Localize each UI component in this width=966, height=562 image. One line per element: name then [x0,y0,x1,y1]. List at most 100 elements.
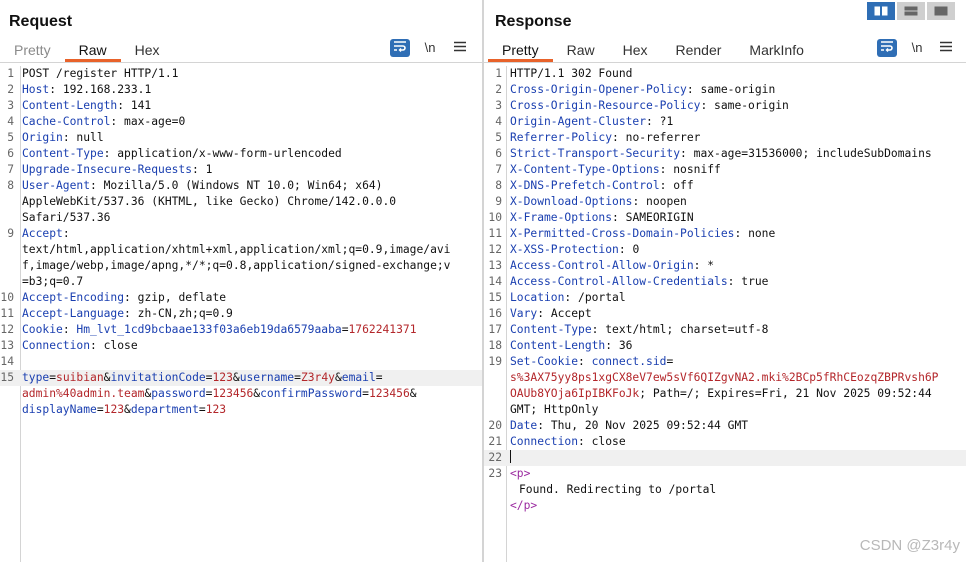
header-separator: : [646,115,660,128]
header-name: Content-Type [510,323,592,336]
tab-render[interactable]: Render [662,38,736,62]
line-content: admin%40admin.team&password=123456&confi… [17,386,482,402]
code-line: 10 Accept-Encoding: gzip, deflate [0,290,482,306]
hamburger-menu-icon[interactable] [450,39,470,57]
line-content: Cross-Origin-Resource-Policy: same-origi… [505,98,966,114]
request-editor[interactable]: 1 POST /register HTTP/1.1 2 Host: 192.168.2… [0,66,482,562]
response-title: Response [495,13,572,30]
response-pane: Response Pretty Raw Hex Render MarkInfo \n 1… [484,0,966,562]
line-content: f,image/webp,image/apng,*/*;q=0.8,applic… [17,258,482,274]
header-value: Accept [550,307,592,320]
param-ampersand: & [409,387,417,400]
line-number: 3 [7,99,14,112]
tab-pretty[interactable]: Pretty [0,38,65,62]
header-value: GMT; HttpOnly [510,403,599,416]
code-line: 12 Cookie: Hm_lvt_1cd9bcbaae133f03a6eb19d… [0,322,482,338]
cookie-equals: = [666,355,674,368]
header-value: close [103,339,138,352]
header-separator: : [591,323,606,336]
tab-raw[interactable]: Raw [64,38,121,62]
tab-hex[interactable]: Hex [609,38,662,62]
line-number [0,386,17,402]
code-line: 22 [484,450,966,466]
response-lines: 1 HTTP/1.1 302 Found 2 Cross-Origin-Opener-… [484,66,966,514]
param-equals: = [294,371,301,384]
line-number: 14 [488,275,502,288]
line-content: text/html,application/xhtml+xml,applicat… [17,242,482,258]
param-value: 123 [205,403,227,416]
code-line: 19 Set-Cookie: connect.sid= [484,354,966,370]
line-content: Date: Thu, 20 Nov 2025 09:52:44 GMT [505,418,966,434]
param-ampersand: & [334,371,342,384]
line-text: HTTP/1.1 302 Found [510,67,633,80]
header-value: =b3;q=0.7 [22,275,84,288]
code-line: 3 Content-Length: 141 [0,98,482,114]
tab-hex[interactable]: Hex [121,38,174,62]
header-name: Strict-Transport-Security [510,147,681,160]
header-name: Date [510,419,538,432]
param-name: type [22,371,50,384]
header-value: off [673,179,694,192]
param-equals: = [198,403,206,416]
word-wrap-icon[interactable] [390,39,410,57]
code-line: OAUb8YOja6IpIBKFoJk; Path=/; Expires=Fri… [484,386,966,402]
code-line: 16 Vary: Accept [484,306,966,322]
header-separator: : [618,243,633,256]
tab-raw[interactable]: Raw [553,38,609,62]
param-name: displayName [22,403,97,416]
header-separator: : [537,419,551,432]
tab-pretty[interactable]: Pretty [488,38,553,62]
layout-side-by-side-icon[interactable] [867,2,895,20]
line-number: 3 [495,99,502,112]
line-number: 8 [495,179,502,192]
code-line: 5 Referrer-Policy: no-referrer [484,130,966,146]
header-value: application/x-www-form-urlencoded [117,147,342,160]
header-value: ; Path=/; Expires=Fri, 21 Nov 2025 09:52… [639,387,932,400]
watermark: CSDN @Z3r4y [859,537,960,554]
code-line: 15 Location: /portal [484,290,966,306]
header-separator: : [605,339,619,352]
param-ampersand: & [232,371,240,384]
newline-icon[interactable]: \n [907,39,927,57]
hamburger-menu-icon[interactable] [936,39,956,57]
line-content: Content-Length: 36 [505,338,966,354]
line-content: s%3AX75yy8ps1xgCX8eV7ew5sVf6QIZgvNA2.mki… [505,370,966,386]
line-number: 11 [0,307,14,320]
line-content: Access-Control-Allow-Credentials: true [505,274,966,290]
header-name: Cookie [22,323,63,336]
header-name: Cross-Origin-Opener-Policy [510,83,687,96]
newline-icon[interactable]: \n [420,39,440,57]
header-value: same-origin [714,99,789,112]
header-value: * [707,259,715,272]
header-value: none [748,227,776,240]
param-equals: = [49,371,57,384]
header-value: Thu, 20 Nov 2025 09:52:44 GMT [550,419,749,432]
line-content: X-Download-Options: noopen [505,194,966,210]
line-number [0,402,17,418]
header-name: X-DNS-Prefetch-Control [510,179,660,192]
line-number: 6 [7,147,14,160]
line-content: Content-Type: application/x-www-form-url… [17,146,482,162]
line-content: OAUb8YOja6IpIBKFoJk; Path=/; Expires=Fri… [505,386,966,402]
line-content: AppleWebKit/537.36 (KHTML, like Gecko) C… [17,194,482,210]
layout-stacked-icon[interactable] [897,2,925,20]
header-separator: : [734,227,749,240]
line-content: Upgrade-Insecure-Requests: 1 [17,162,482,178]
param-value: admin%40admin.team [22,387,145,400]
line-number [484,482,505,498]
code-line: 15 type=suibian&invitationCode=123&userna… [0,370,482,386]
word-wrap-icon[interactable] [877,39,897,57]
header-name: X-Content-Type-Options [510,163,660,176]
layout-single-icon[interactable] [927,2,955,20]
line-content: Referrer-Policy: no-referrer [505,130,966,146]
line-number: 1 [495,67,502,80]
tab-markinfo[interactable]: MarkInfo [735,38,817,62]
header-value: 36 [618,339,633,352]
line-content: X-DNS-Prefetch-Control: off [505,178,966,194]
line-number: 19 [488,355,502,368]
line-number: 6 [495,147,502,160]
line-content: X-XSS-Protection: 0 [505,242,966,258]
header-separator: : [727,275,742,288]
line-content: Cookie: Hm_lvt_1cd9bcbaae133f03a6eb19da6… [17,322,482,338]
response-editor[interactable]: 1 HTTP/1.1 302 Found 2 Cross-Origin-Opener-… [484,66,966,562]
